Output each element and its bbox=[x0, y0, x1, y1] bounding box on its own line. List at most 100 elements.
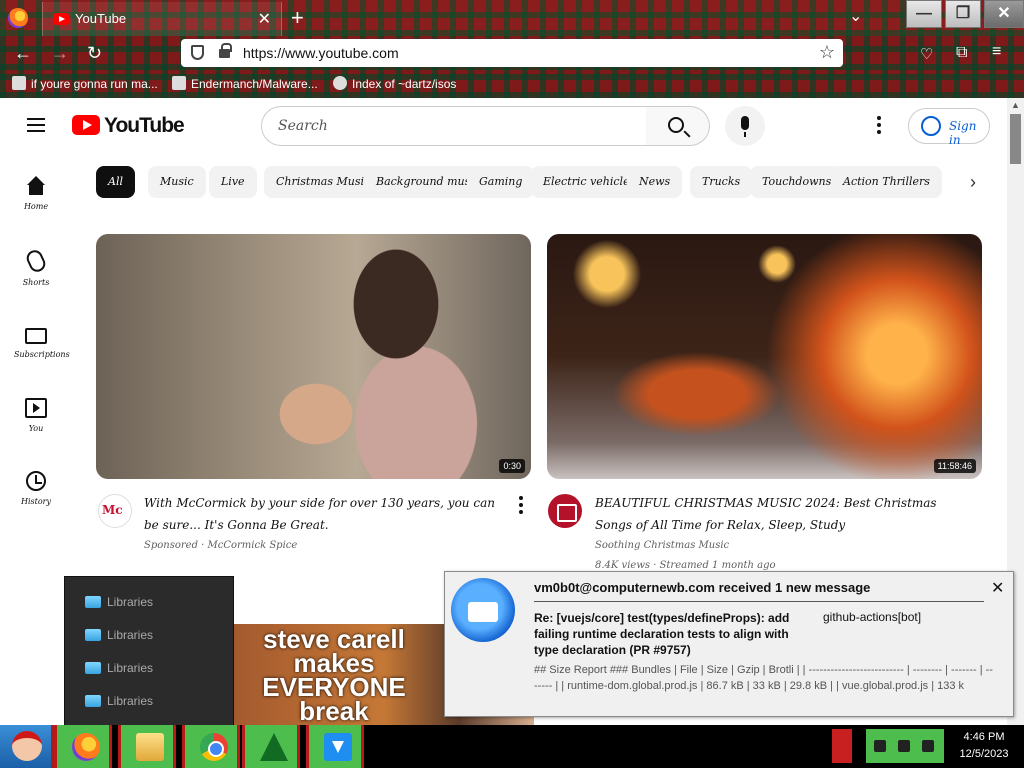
santa-icon bbox=[12, 731, 42, 761]
rail-item-you[interactable]: You bbox=[14, 398, 58, 433]
extensions-icon[interactable]: ⧉ bbox=[956, 44, 967, 62]
video-more-icon[interactable] bbox=[519, 496, 523, 517]
taskbar-clock[interactable]: 4:46 PM 12/5/2023 bbox=[944, 729, 1024, 763]
network-icon[interactable] bbox=[898, 740, 910, 752]
search-placeholder: Search bbox=[278, 118, 328, 134]
video-duration: 0:30 bbox=[499, 459, 525, 473]
tab-close-icon[interactable]: ✕ bbox=[258, 9, 271, 29]
bookmark-favicon-icon bbox=[172, 76, 186, 90]
taskbar-firefox[interactable] bbox=[54, 725, 112, 768]
bookmarks-bar: if youre gonna run ma... Endermanch/Malw… bbox=[0, 70, 1024, 98]
bookmark-item[interactable]: if youre gonna run ma... bbox=[12, 76, 158, 91]
subscriptions-icon bbox=[25, 328, 47, 344]
window-minimize-button[interactable]: — bbox=[906, 0, 942, 28]
chip-music[interactable]: Music bbox=[148, 166, 206, 198]
video-title[interactable]: BEAUTIFUL CHRISTMAS MUSIC 2024: Best Chr… bbox=[595, 492, 957, 536]
taskbar-chrome[interactable] bbox=[182, 725, 240, 768]
new-tab-icon[interactable]: + bbox=[291, 5, 304, 31]
folder-icon bbox=[85, 662, 101, 674]
video-channel[interactable]: Soothing Christmas Music bbox=[595, 540, 729, 551]
youtube-favicon-icon bbox=[53, 13, 69, 25]
shorts-icon bbox=[24, 247, 48, 275]
video-thumbnail[interactable]: 0:30 bbox=[96, 234, 531, 479]
library-item[interactable]: Libraries bbox=[85, 694, 153, 708]
sign-in-button[interactable]: Sign in bbox=[908, 108, 990, 147]
back-arrow-icon[interactable]: ← bbox=[14, 43, 32, 64]
search-button[interactable] bbox=[646, 106, 710, 146]
bookmark-star-icon[interactable]: ☆ bbox=[819, 42, 835, 63]
bookmark-item[interactable]: Index of ~dartz/isos bbox=[333, 76, 456, 91]
rail-label: History bbox=[20, 497, 51, 506]
firefox-icon[interactable] bbox=[8, 8, 28, 28]
chip-live[interactable]: Live bbox=[209, 166, 257, 198]
youtube-logo-icon[interactable] bbox=[72, 115, 100, 135]
start-button[interactable] bbox=[0, 725, 54, 768]
thunderbird-icon bbox=[451, 578, 515, 642]
rail-item-subscriptions[interactable]: Subscriptions bbox=[14, 324, 70, 359]
browser-nav-bar: ← → ↻ https://www.youtube.com ☆ ♡ ⧉ ≡ bbox=[0, 36, 1024, 70]
video-thumbnail[interactable]: 11:58:46 bbox=[547, 234, 982, 479]
system-tray bbox=[866, 729, 944, 763]
scrollbar-thumb[interactable] bbox=[1010, 114, 1021, 164]
video-views: 8.4K views · Streamed 1 month ago bbox=[595, 560, 776, 571]
clock-time: 4:46 PM bbox=[963, 731, 1005, 743]
file-explorer-icon bbox=[136, 733, 164, 761]
chip-news[interactable]: News bbox=[627, 166, 683, 198]
chevron-right-icon[interactable]: › bbox=[970, 172, 976, 193]
volume-icon[interactable] bbox=[922, 740, 934, 752]
chip-action-thrillers[interactable]: Action Thrillers bbox=[831, 166, 942, 198]
settings-more-icon[interactable] bbox=[877, 116, 881, 136]
chip-all[interactable]: All bbox=[96, 166, 135, 198]
chip-gaming[interactable]: Gaming bbox=[467, 166, 535, 198]
show-hidden-icons-button[interactable] bbox=[832, 729, 852, 763]
search-input[interactable]: Search bbox=[261, 106, 647, 146]
taskbar-tree[interactable] bbox=[242, 725, 300, 768]
taskbar-download[interactable] bbox=[306, 725, 364, 768]
scroll-up-icon[interactable]: ▲ bbox=[1011, 100, 1020, 110]
window-close-button[interactable]: ✕ bbox=[984, 0, 1024, 28]
reload-icon[interactable]: ↻ bbox=[87, 43, 102, 64]
chevron-down-icon[interactable]: ⌄ bbox=[849, 6, 862, 26]
notification-header: vm0b0t@computernewb.com received 1 new m… bbox=[534, 580, 871, 595]
tab-youtube[interactable]: YouTube ✕ bbox=[42, 2, 282, 36]
library-item[interactable]: Libraries bbox=[85, 628, 153, 642]
rail-label: You bbox=[28, 424, 44, 433]
history-icon bbox=[26, 471, 46, 491]
url-text[interactable]: https://www.youtube.com bbox=[243, 45, 399, 61]
firefox-icon bbox=[72, 733, 100, 761]
chip-trucks[interactable]: Trucks bbox=[690, 166, 753, 198]
pocket-icon[interactable]: ♡ bbox=[920, 45, 933, 63]
forward-arrow-icon[interactable]: → bbox=[51, 43, 69, 64]
bookmark-item[interactable]: Endermanch/Malware... bbox=[172, 76, 318, 91]
url-bar[interactable]: https://www.youtube.com ☆ bbox=[181, 39, 843, 67]
channel-avatar[interactable] bbox=[98, 494, 132, 528]
video-title[interactable]: With McCormick by your side for over 130… bbox=[144, 492, 506, 536]
browser-tab-bar: YouTube ✕ + ⌄ — ❐ ✕ bbox=[0, 0, 1024, 36]
lock-icon[interactable] bbox=[219, 43, 232, 58]
taskbar-file-explorer[interactable] bbox=[118, 725, 176, 768]
mail-notification[interactable]: vm0b0t@computernewb.com received 1 new m… bbox=[444, 571, 1014, 717]
voice-search-button[interactable] bbox=[725, 106, 765, 146]
library-item[interactable]: Libraries bbox=[85, 595, 153, 609]
chip-touchdowns[interactable]: Touchdowns bbox=[750, 166, 844, 198]
library-item[interactable]: Libraries bbox=[85, 661, 153, 675]
close-icon[interactable]: ✕ bbox=[991, 578, 1004, 598]
microphone-icon bbox=[741, 116, 749, 137]
hamburger-menu-icon[interactable] bbox=[27, 118, 45, 132]
window-maximize-button[interactable]: ❐ bbox=[945, 0, 981, 28]
youtube-wordmark[interactable]: YouTube bbox=[104, 114, 185, 138]
action-center-icon[interactable] bbox=[874, 740, 886, 752]
notification-subject: Re: [vuejs/core] test(types/defineProps)… bbox=[534, 611, 790, 657]
folder-icon bbox=[85, 629, 101, 641]
notification-sender: github-actions[bot] bbox=[823, 610, 922, 624]
rail-item-history[interactable]: History bbox=[14, 471, 58, 506]
home-icon bbox=[25, 176, 47, 196]
tracking-shield-icon[interactable] bbox=[191, 45, 204, 60]
menu-icon[interactable]: ≡ bbox=[992, 43, 1001, 61]
video-channel[interactable]: Sponsored · McCormick Spice bbox=[144, 540, 297, 551]
tab-title: YouTube bbox=[75, 11, 127, 26]
channel-avatar[interactable] bbox=[548, 494, 582, 528]
rail-item-shorts[interactable]: Shorts bbox=[14, 247, 58, 287]
rail-item-home[interactable]: Home bbox=[14, 176, 58, 211]
video-duration: 11:58:46 bbox=[933, 459, 976, 473]
